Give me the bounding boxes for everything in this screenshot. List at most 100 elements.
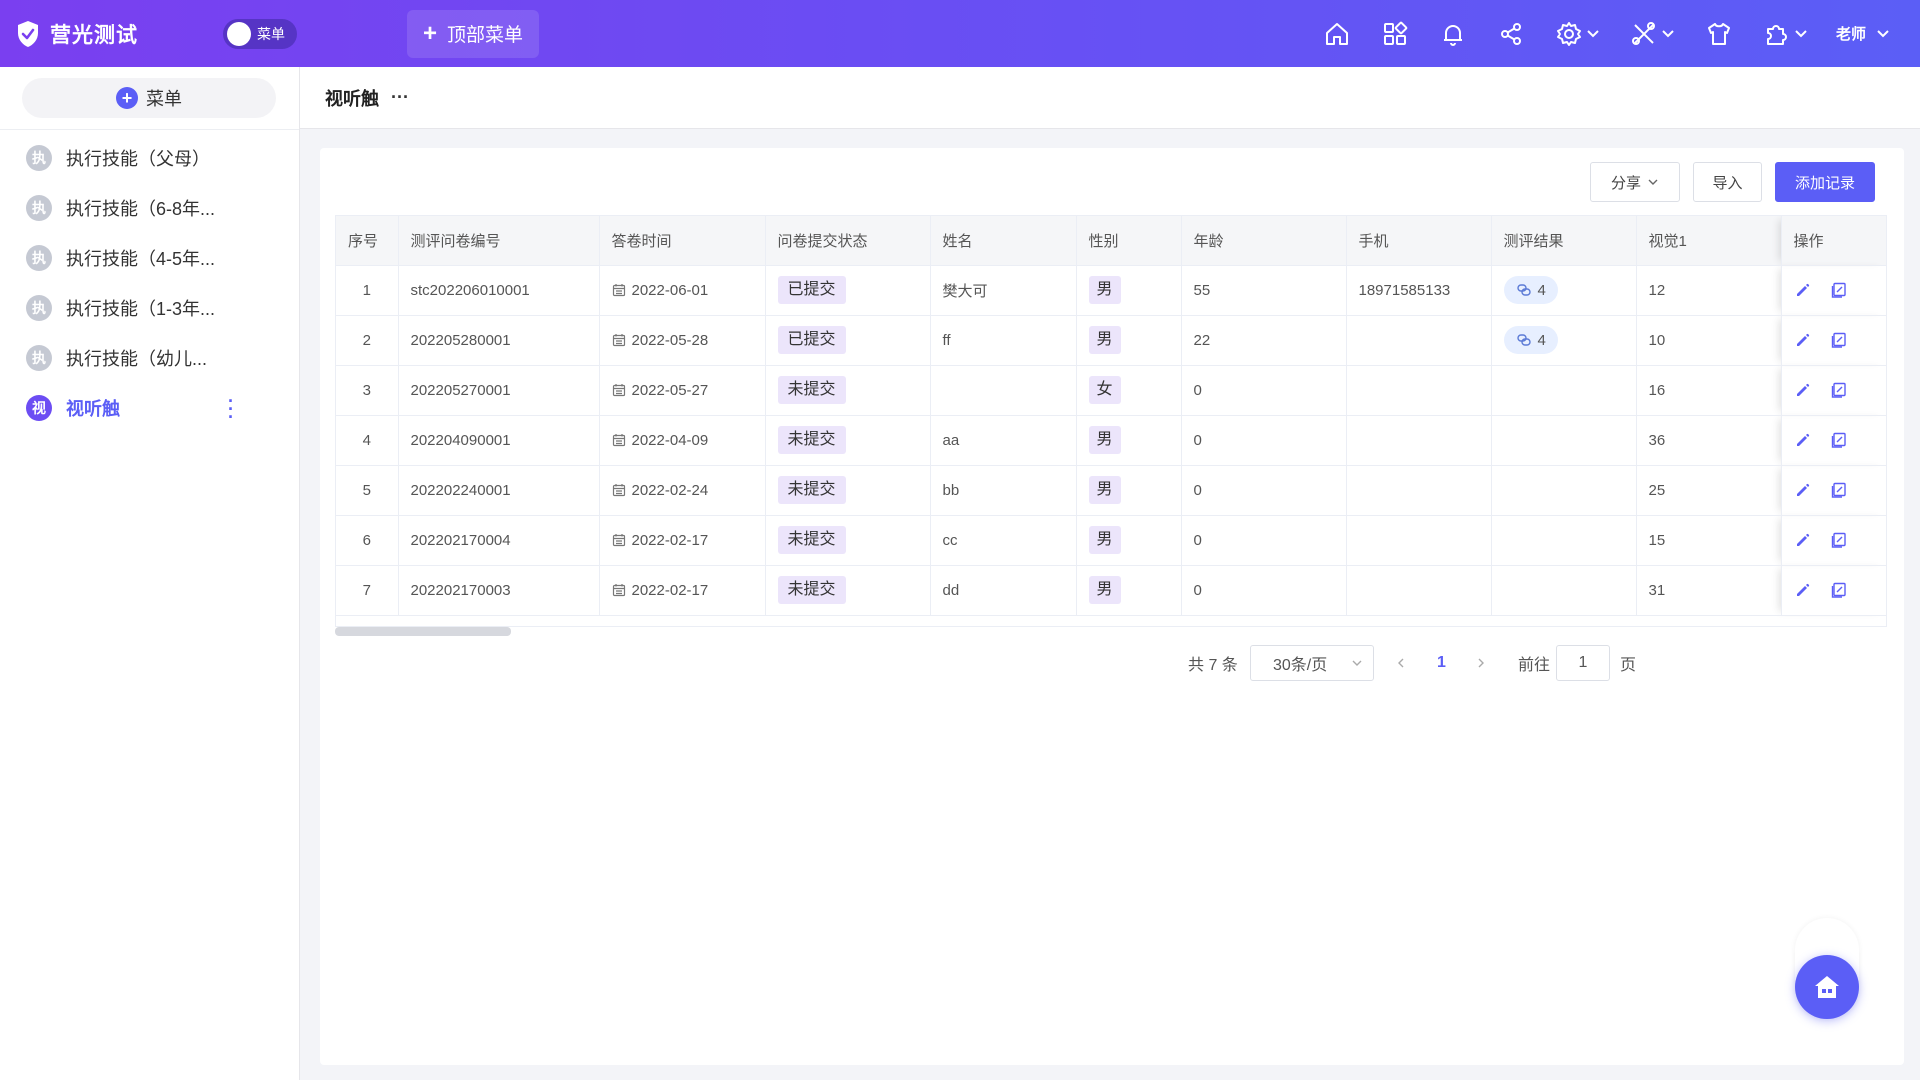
cell-phone bbox=[1346, 565, 1492, 616]
import-button[interactable]: 导入 bbox=[1693, 162, 1762, 202]
home-button[interactable] bbox=[1323, 20, 1351, 48]
row-code: 202204090001 bbox=[410, 431, 511, 449]
gender-badge: 男 bbox=[1088, 476, 1121, 504]
user-menu[interactable]: 老师 bbox=[1836, 23, 1890, 44]
status-badge: 未提交 bbox=[777, 576, 846, 604]
edit-pencil-icon[interactable] bbox=[1794, 281, 1812, 299]
row-code: 202202170004 bbox=[410, 531, 511, 549]
row-code: 202205270001 bbox=[410, 381, 511, 399]
edit-pencil-icon[interactable] bbox=[1794, 431, 1812, 449]
sidebar-item-audiovisual[interactable]: 视 视听触 · · · bbox=[0, 383, 299, 433]
row-age: 0 bbox=[1193, 431, 1202, 449]
menu-toggle-switch[interactable]: 菜单 bbox=[223, 18, 297, 49]
edit-pencil-icon[interactable] bbox=[1794, 331, 1812, 349]
col-header-phone[interactable]: 手机 bbox=[1346, 216, 1492, 266]
col-header-gender[interactable]: 性别 bbox=[1076, 216, 1182, 266]
cell-result bbox=[1491, 515, 1637, 566]
edit-pencil-icon[interactable] bbox=[1794, 531, 1812, 549]
table-row[interactable]: 5 202202240001 2022-02-24 未提交 bb 男 0 25 bbox=[336, 465, 1886, 516]
cell-phone bbox=[1346, 415, 1492, 466]
view-record-icon[interactable] bbox=[1830, 431, 1848, 449]
col-header-name[interactable]: 姓名 bbox=[930, 216, 1077, 266]
row-date: 2022-05-27 bbox=[631, 381, 709, 399]
cell-age: 22 bbox=[1181, 315, 1347, 366]
view-record-icon[interactable] bbox=[1830, 531, 1848, 549]
row-visual1: 15 bbox=[1648, 531, 1666, 549]
cell-date: 2022-05-28 bbox=[599, 315, 766, 366]
edit-pencil-icon[interactable] bbox=[1794, 481, 1812, 499]
cell-no: 7 bbox=[336, 565, 399, 616]
view-record-icon[interactable] bbox=[1830, 381, 1848, 399]
cell-status: 未提交 bbox=[765, 415, 931, 466]
table-row[interactable]: 7 202202170003 2022-02-17 未提交 dd 男 0 31 bbox=[336, 565, 1886, 616]
edit-pencil-icon[interactable] bbox=[1794, 581, 1812, 599]
table-row[interactable]: 1 stc202206010001 2022-06-01 已提交 樊大可 男 5… bbox=[336, 265, 1886, 316]
notification-button[interactable] bbox=[1439, 20, 1467, 48]
sidebar-item-exec-6-8[interactable]: 执 执行技能（6-8年... bbox=[0, 183, 299, 233]
view-record-icon[interactable] bbox=[1830, 481, 1848, 499]
sidebar-item-exec-parents[interactable]: 执 执行技能（父母） bbox=[0, 133, 299, 183]
view-record-icon[interactable] bbox=[1830, 281, 1848, 299]
brand[interactable]: 营光测试 bbox=[16, 19, 206, 49]
cell-no: 5 bbox=[336, 465, 399, 516]
apps-button[interactable] bbox=[1381, 20, 1409, 48]
cell-actions bbox=[1781, 415, 1886, 466]
page-size-select[interactable]: 30条/页 bbox=[1250, 645, 1374, 681]
row-age: 55 bbox=[1193, 281, 1211, 299]
edit-pencil-icon[interactable] bbox=[1794, 381, 1812, 399]
cell-visual1: 25 bbox=[1636, 465, 1782, 516]
col-header-time[interactable]: 答卷时间 bbox=[599, 216, 766, 266]
chevron-right-icon bbox=[1478, 658, 1484, 668]
col-header-code[interactable]: 测评问卷编号 bbox=[398, 216, 600, 266]
col-header-visual1[interactable]: 视觉1 bbox=[1636, 216, 1782, 266]
more-horizontal-icon[interactable]: ··· bbox=[391, 87, 409, 108]
row-name: dd bbox=[942, 581, 960, 599]
share-label: 分享 bbox=[1610, 174, 1641, 192]
col-header-status[interactable]: 问卷提交状态 bbox=[765, 216, 931, 266]
top-menu-button[interactable]: + 顶部菜单 bbox=[407, 9, 540, 58]
more-vertical-icon[interactable]: · · · bbox=[228, 392, 234, 426]
table-row[interactable]: 4 202204090001 2022-04-09 未提交 aa 男 0 36 bbox=[336, 415, 1886, 466]
sidebar-item-label: 执行技能（6-8年... bbox=[66, 199, 216, 219]
view-record-icon[interactable] bbox=[1830, 581, 1848, 599]
theme-button[interactable] bbox=[1705, 20, 1733, 48]
cell-phone bbox=[1346, 465, 1492, 516]
next-page-button[interactable] bbox=[1475, 645, 1487, 681]
plugins-dropdown[interactable] bbox=[1763, 20, 1808, 48]
sidebar-item-exec-4-5[interactable]: 执 执行技能（4-5年... bbox=[0, 233, 299, 283]
row-no: 5 bbox=[362, 481, 371, 499]
view-record-icon[interactable] bbox=[1830, 331, 1848, 349]
table-row[interactable]: 3 202205270001 2022-05-27 未提交 女 0 16 bbox=[336, 365, 1886, 416]
table-row[interactable]: 6 202202170004 2022-02-17 未提交 cc 男 0 15 bbox=[336, 515, 1886, 566]
top-menu-label: 顶部菜单 bbox=[447, 25, 524, 46]
sidebar-item-exec-1-3[interactable]: 执 执行技能（1-3年... bbox=[0, 283, 299, 333]
cell-no: 4 bbox=[336, 415, 399, 466]
row-name: aa bbox=[942, 431, 960, 449]
share-dropdown-button[interactable]: 分享 bbox=[1590, 162, 1680, 202]
row-visual1: 16 bbox=[1648, 381, 1666, 399]
floating-home-button[interactable] bbox=[1795, 955, 1859, 1019]
add-record-button[interactable]: 添加记录 bbox=[1775, 162, 1875, 202]
table-row[interactable]: 2 202205280001 2022-05-28 已提交 ff 男 22 4 … bbox=[336, 315, 1887, 366]
horizontal-scrollbar[interactable] bbox=[335, 627, 511, 636]
add-menu-button[interactable]: + 菜单 bbox=[22, 78, 276, 118]
col-header-result[interactable]: 测评结果 bbox=[1491, 216, 1637, 266]
cell-visual1: 12 bbox=[1636, 265, 1782, 316]
cell-age: 0 bbox=[1181, 465, 1347, 516]
tools-dropdown[interactable] bbox=[1630, 20, 1675, 48]
page-number-1[interactable]: 1 bbox=[1437, 645, 1446, 681]
sidebar-item-exec-preschool[interactable]: 执 执行技能（幼儿... bbox=[0, 333, 299, 383]
row-date: 2022-05-28 bbox=[631, 331, 709, 349]
prev-page-button[interactable] bbox=[1395, 645, 1407, 681]
row-date: 2022-06-01 bbox=[631, 281, 709, 299]
row-no: 4 bbox=[362, 431, 371, 449]
settings-dropdown[interactable] bbox=[1555, 20, 1600, 48]
row-actions bbox=[1794, 331, 1887, 349]
result-link-pill[interactable]: 4 bbox=[1503, 326, 1558, 354]
col-header-age[interactable]: 年龄 bbox=[1181, 216, 1347, 266]
goto-page-input[interactable]: 1 bbox=[1556, 645, 1610, 681]
row-no: 6 bbox=[362, 531, 371, 549]
share-button[interactable] bbox=[1497, 20, 1525, 48]
col-header-no[interactable]: 序号 bbox=[336, 216, 399, 266]
result-link-pill[interactable]: 4 bbox=[1503, 276, 1558, 304]
